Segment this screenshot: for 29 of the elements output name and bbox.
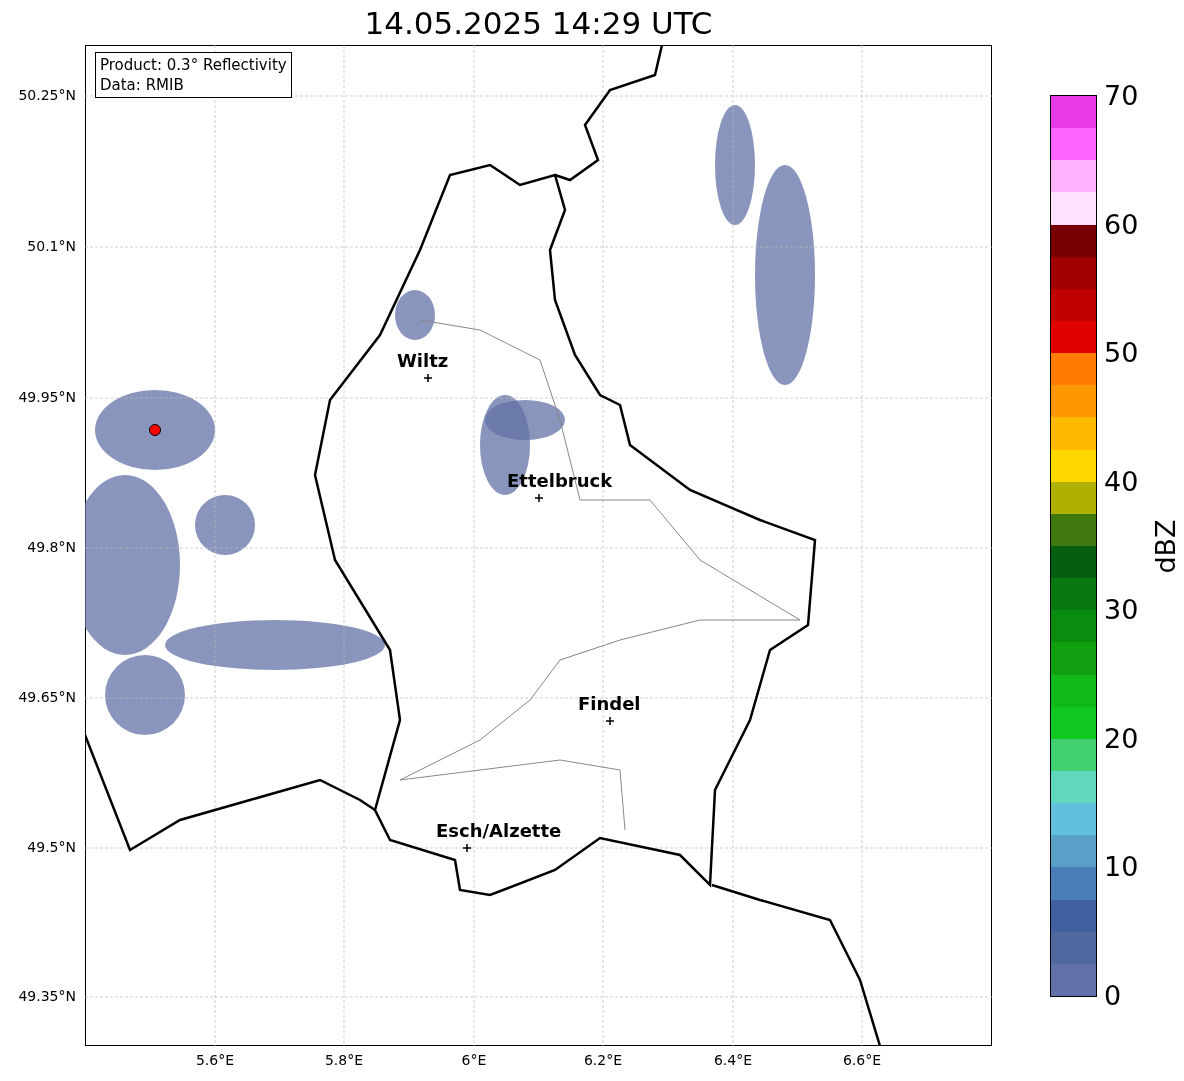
city-label: Wiltz bbox=[397, 352, 449, 370]
colorbar-label: dBZ bbox=[1151, 519, 1179, 574]
axis-tick-label: 50.1°N bbox=[26, 239, 76, 253]
colorbar-tick-label: 50 bbox=[1104, 339, 1139, 367]
axis-tick-label: 49.95°N bbox=[17, 390, 76, 404]
axis-tick-label: 6.6°E bbox=[841, 1053, 883, 1067]
colorbar-tick-label: 0 bbox=[1104, 982, 1122, 1009]
colorbar-tick-label: 10 bbox=[1104, 853, 1139, 881]
axis-tick-label: 50.25°N bbox=[17, 88, 76, 102]
colorbar-tick-label: 40 bbox=[1104, 467, 1139, 495]
axis-tick-label: 49.5°N bbox=[26, 840, 76, 854]
colorbar-tick-label: 70 bbox=[1104, 82, 1139, 109]
city-label: Ettelbruck bbox=[507, 472, 613, 490]
axis-tick-label: 49.35°N bbox=[17, 989, 76, 1003]
axis-tick-label: 5.6°E bbox=[194, 1053, 236, 1067]
colorbar-tick-label: 60 bbox=[1104, 210, 1139, 238]
info-text: Data: RMIB bbox=[100, 75, 185, 95]
colorbar-tick-label: 20 bbox=[1104, 724, 1139, 752]
chart-title: 14.05.2025 14:29 UTC bbox=[363, 8, 714, 39]
city-label: Esch/Alzette bbox=[436, 822, 562, 840]
colorbar-tick-label: 30 bbox=[1104, 596, 1139, 624]
axis-tick-label: 49.65°N bbox=[17, 690, 76, 704]
city-label: Findel bbox=[578, 695, 641, 713]
axis-tick-label: 6.4°E bbox=[712, 1053, 754, 1067]
axis-tick-label: 6.2°E bbox=[582, 1053, 624, 1067]
info-text: Product: 0.3° Reflectivity bbox=[100, 55, 287, 75]
axis-tick-label: 6°E bbox=[460, 1053, 488, 1067]
axis-tick-label: 49.8°N bbox=[26, 540, 76, 554]
axis-tick-label: 5.8°E bbox=[323, 1053, 365, 1067]
